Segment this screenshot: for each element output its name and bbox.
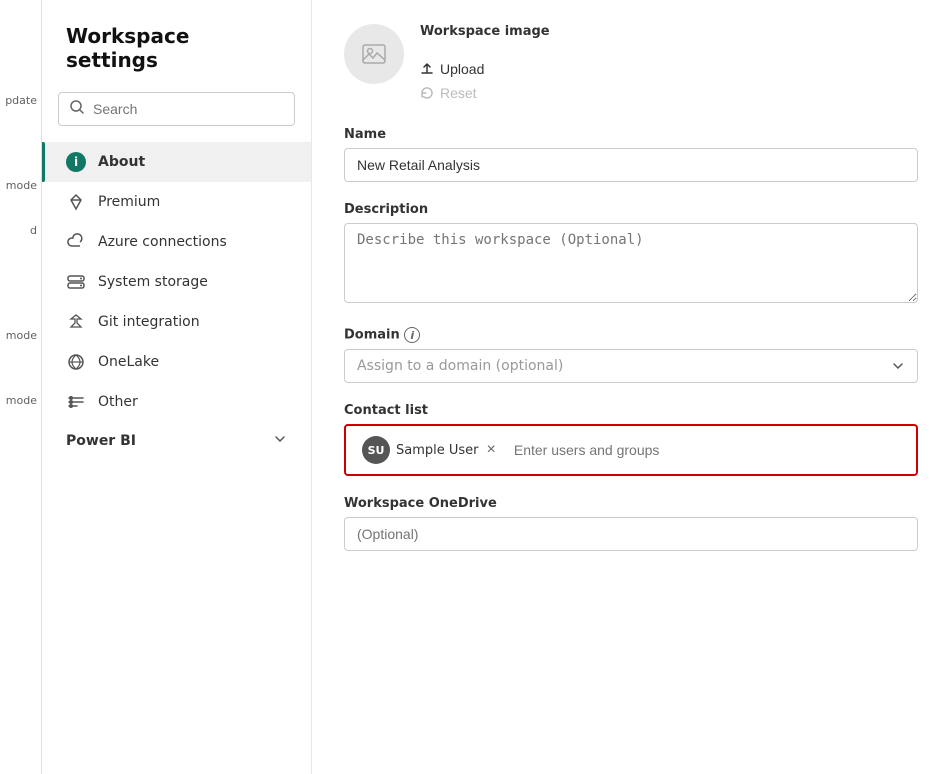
contact-input[interactable] xyxy=(510,438,908,462)
sidebar-item-storage[interactable]: System storage xyxy=(42,262,311,302)
contact-list-label: Contact list xyxy=(344,403,918,418)
sidebar-item-other[interactable]: Other xyxy=(42,382,311,422)
contact-list-box[interactable]: SU Sample User × xyxy=(344,424,918,476)
sidebar-item-git[interactable]: Git integration xyxy=(42,302,311,342)
left-edge-item: d xyxy=(0,218,41,243)
left-edge-item: pdate xyxy=(0,88,41,113)
content-area: Workspace image Upload xyxy=(312,0,950,774)
onelake-icon xyxy=(66,352,86,372)
search-icon xyxy=(69,99,85,119)
upload-label: Upload xyxy=(440,61,484,77)
sidebar-item-azure[interactable]: Azure connections xyxy=(42,222,311,262)
main-panel: Workspace settings i About xyxy=(42,0,950,774)
sidebar-item-label: About xyxy=(98,154,145,170)
info-icon: i xyxy=(66,152,86,172)
sidebar-item-label: System storage xyxy=(98,274,208,290)
avatar: SU xyxy=(362,436,390,464)
page-title: Workspace settings xyxy=(42,24,311,92)
workspace-image-section: Workspace image Upload xyxy=(344,24,918,103)
sidebar-item-about[interactable]: i About xyxy=(42,142,311,182)
domain-field-group: Domain i Assign to a domain (optional) xyxy=(344,327,918,383)
sidebar-item-label: OneLake xyxy=(98,354,159,370)
contact-list-section: Contact list SU Sample User × xyxy=(344,403,918,476)
name-label: Name xyxy=(344,127,918,142)
sidebar-item-premium[interactable]: Premium xyxy=(42,182,311,222)
description-field-group: Description xyxy=(344,202,918,307)
reset-button[interactable]: Reset xyxy=(420,83,550,103)
storage-icon xyxy=(66,272,86,292)
name-field-group: Name xyxy=(344,127,918,182)
domain-info-icon[interactable]: i xyxy=(404,327,420,343)
sidebar-item-label: Premium xyxy=(98,194,160,210)
name-input[interactable] xyxy=(344,148,918,182)
onedrive-input[interactable] xyxy=(344,517,918,551)
domain-select[interactable]: Assign to a domain (optional) xyxy=(344,349,918,383)
section-label: Power BI xyxy=(66,433,136,449)
sidebar-item-label: Azure connections xyxy=(98,234,227,250)
description-label: Description xyxy=(344,202,918,217)
workspace-image-placeholder xyxy=(344,24,404,84)
left-edge-item: mode xyxy=(0,388,41,413)
sidebar: Workspace settings i About xyxy=(42,0,312,774)
upload-button[interactable]: Upload xyxy=(420,59,550,79)
other-icon xyxy=(66,392,86,412)
sidebar-item-onelake[interactable]: OneLake xyxy=(42,342,311,382)
sidebar-item-label: Git integration xyxy=(98,314,200,330)
left-edge-item: mode xyxy=(0,323,41,348)
sidebar-section-powerbi[interactable]: Power BI xyxy=(42,422,311,460)
sidebar-item-label: Other xyxy=(98,394,138,410)
reset-label: Reset xyxy=(440,85,477,101)
chevron-down-icon xyxy=(891,359,905,373)
diamond-icon xyxy=(66,192,86,212)
remove-contact-button[interactable]: × xyxy=(485,442,498,458)
domain-placeholder: Assign to a domain (optional) xyxy=(357,358,563,374)
cloud-icon xyxy=(66,232,86,252)
search-input[interactable] xyxy=(93,101,284,117)
workspace-image-label: Workspace image xyxy=(420,24,550,39)
left-edge-panel: pdate mode d mode mode xyxy=(0,0,42,774)
contact-name: Sample User xyxy=(396,443,479,458)
image-actions: Upload Reset xyxy=(420,51,550,103)
onedrive-field-group: Workspace OneDrive xyxy=(344,496,918,551)
contact-chip: SU Sample User × xyxy=(354,432,506,468)
search-box[interactable] xyxy=(58,92,295,126)
onedrive-label: Workspace OneDrive xyxy=(344,496,918,511)
domain-label: Domain i xyxy=(344,327,918,343)
git-icon xyxy=(66,312,86,332)
chevron-down-icon xyxy=(273,432,287,450)
description-input[interactable] xyxy=(344,223,918,303)
workspace-image-info: Workspace image Upload xyxy=(420,24,550,103)
left-edge-item: mode xyxy=(0,173,41,198)
